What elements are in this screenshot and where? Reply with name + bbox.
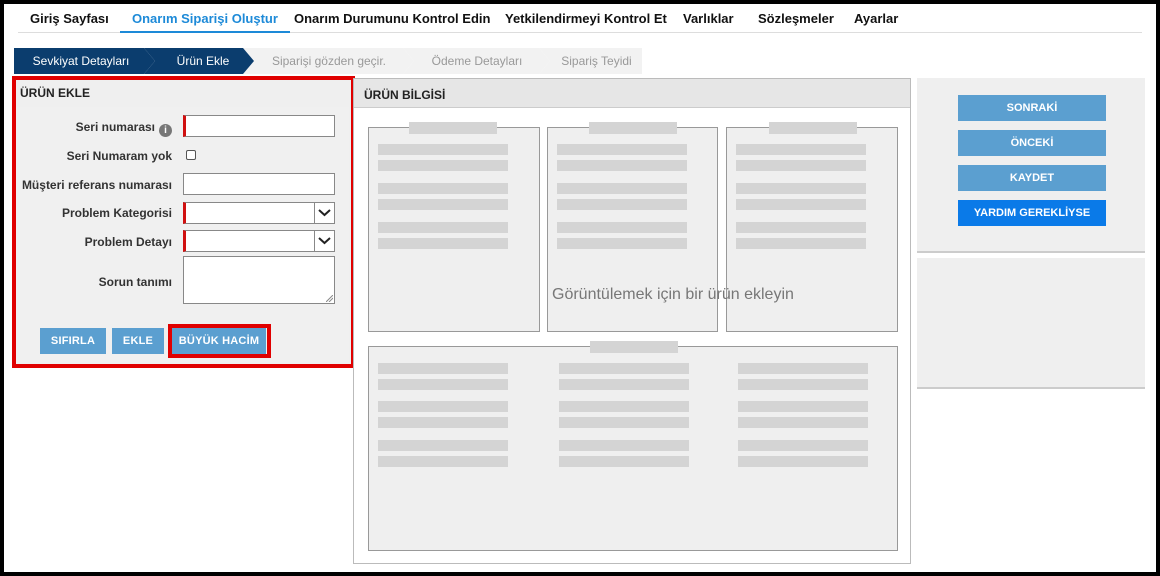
serial-number-input[interactable] — [183, 115, 335, 137]
placeholder-bar — [378, 379, 508, 390]
no-serial-checkbox[interactable] — [186, 150, 196, 160]
placeholder-bar — [557, 144, 687, 155]
problem-category-select[interactable] — [183, 202, 335, 224]
nav-contracts[interactable]: Sözleşmeler — [746, 5, 846, 33]
placeholder-bar — [738, 456, 868, 467]
step-label: Sipariş Teyidi — [561, 54, 632, 68]
problem-detail-label: Problem Detayı — [84, 235, 172, 249]
placeholder-bar — [559, 440, 689, 451]
problem-detail-select[interactable] — [183, 230, 335, 252]
step-label: Sevkiyat Detayları — [32, 54, 130, 68]
placeholder-bar — [736, 199, 866, 210]
placeholder-bar — [557, 183, 687, 194]
placeholder-bar — [736, 144, 866, 155]
product-info-title: ÜRÜN BİLGİSİ — [364, 88, 446, 102]
top-navigation: Giriş Sayfası Onarım Siparişi Oluştur On… — [18, 5, 1142, 33]
step-label: Ürün Ekle — [176, 54, 230, 68]
product-info-header: ÜRÜN BİLGİSİ — [354, 79, 910, 108]
nav-create-repair-order[interactable]: Onarım Siparişi Oluştur — [120, 5, 290, 33]
placeholder-bar — [738, 417, 868, 428]
placeholder-card — [368, 122, 540, 332]
reset-button[interactable]: SIFIRLA — [40, 328, 106, 354]
product-info-panel: ÜRÜN BİLGİSİ — [353, 78, 911, 564]
placeholder-bar — [559, 379, 689, 390]
placeholder-bar — [378, 401, 508, 412]
placeholder-bar — [378, 440, 508, 451]
placeholder-bar — [378, 144, 508, 155]
placeholder-card-wide — [368, 341, 898, 551]
customer-reference-input[interactable] — [183, 173, 335, 195]
placeholder-card-tab — [589, 122, 677, 134]
add-product-form: Seri numarası i Seri Numaram yok Müşteri … — [16, 107, 349, 362]
placeholder-bar — [557, 160, 687, 171]
bulk-volume-button[interactable]: BÜYÜK HACİM — [172, 328, 266, 354]
chevron-down-icon — [314, 231, 334, 251]
placeholder-bar — [559, 456, 689, 467]
placeholder-bar — [378, 456, 508, 467]
step-label: Ödeme Detayları — [431, 54, 523, 68]
issue-description-textarea[interactable] — [183, 256, 335, 304]
secondary-panel — [917, 258, 1145, 389]
panel-title: ÜRÜN EKLE — [20, 86, 91, 100]
step-shipping-details[interactable]: Sevkiyat Detayları — [14, 48, 155, 74]
issue-description-label: Sorun tanımı — [98, 275, 172, 289]
step-order-confirmation[interactable]: Sipariş Teyidi — [539, 48, 642, 74]
placeholder-card-tab — [769, 122, 857, 134]
placeholder-bar — [378, 363, 508, 374]
placeholder-card-tab — [409, 122, 497, 134]
serial-number-label-text: Seri numarası — [75, 120, 155, 134]
placeholder-card-tab — [590, 341, 678, 353]
placeholder-bar — [559, 401, 689, 412]
placeholder-bar — [736, 160, 866, 171]
empty-state-message: Görüntülemek için bir ürün ekleyin — [552, 286, 794, 303]
placeholder-bar — [738, 379, 868, 390]
placeholder-bar — [559, 417, 689, 428]
placeholder-bar — [378, 222, 508, 233]
actions-panel: SONRAKİ ÖNCEKİ KAYDET YARDIM GEREKLİYSE — [917, 78, 1145, 253]
nav-home[interactable]: Giriş Sayfası — [18, 5, 121, 33]
step-label: Siparişi gözden geçir. — [271, 54, 387, 68]
info-icon[interactable]: i — [159, 124, 172, 137]
step-review-order[interactable]: Siparişi gözden geçir. — [243, 48, 414, 74]
serial-number-label: Seri numarası i — [76, 120, 172, 137]
nav-check-authorization[interactable]: Yetkilendirmeyi Kontrol Et — [493, 5, 679, 33]
placeholder-bar — [736, 238, 866, 249]
help-button[interactable]: YARDIM GEREKLİYSE — [958, 200, 1106, 226]
add-button[interactable]: EKLE — [112, 328, 164, 354]
nav-check-repair-status[interactable]: Onarım Durumunu Kontrol Edin — [282, 5, 502, 33]
placeholder-bar — [557, 222, 687, 233]
no-serial-label: Seri Numaram yok — [66, 149, 172, 163]
placeholder-bar — [378, 417, 508, 428]
placeholder-bar — [378, 238, 508, 249]
placeholder-bar — [736, 222, 866, 233]
placeholder-bar — [378, 183, 508, 194]
step-payment-details[interactable]: Ödeme Detayları — [403, 48, 550, 74]
next-button[interactable]: SONRAKİ — [958, 95, 1106, 121]
placeholder-bar — [738, 363, 868, 374]
previous-button[interactable]: ÖNCEKİ — [958, 130, 1106, 156]
resize-handle-icon[interactable] — [326, 295, 333, 302]
add-product-panel: ÜRÜN EKLE Seri numarası i Seri Numaram yo… — [14, 79, 351, 364]
placeholder-bar — [557, 238, 687, 249]
placeholder-bar — [736, 183, 866, 194]
nav-assets[interactable]: Varlıklar — [671, 5, 746, 33]
save-button[interactable]: KAYDET — [958, 165, 1106, 191]
nav-settings[interactable]: Ayarlar — [842, 5, 910, 33]
placeholder-bar — [378, 199, 508, 210]
placeholder-bar — [559, 363, 689, 374]
placeholder-bar — [557, 199, 687, 210]
customer-reference-label: Müşteri referans numarası — [21, 178, 172, 192]
placeholder-bar — [738, 440, 868, 451]
step-add-product[interactable]: Ürün Ekle — [144, 48, 255, 74]
chevron-down-icon — [314, 203, 334, 223]
placeholder-bar — [738, 401, 868, 412]
problem-category-label: Problem Kategorisi — [61, 206, 172, 220]
placeholder-bar — [378, 160, 508, 171]
